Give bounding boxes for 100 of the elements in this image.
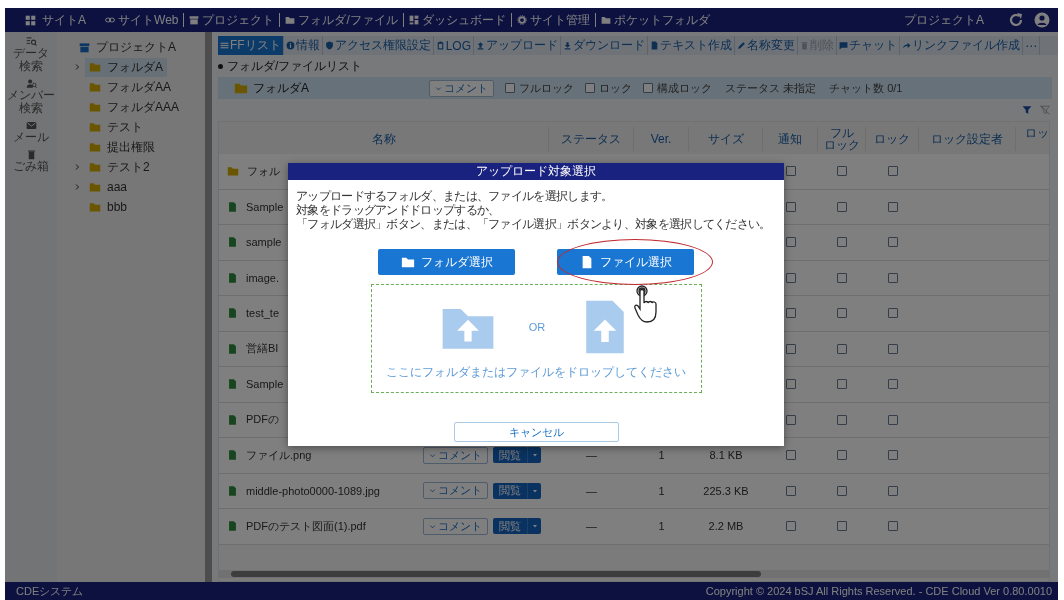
file-name[interactable]: Sample: [246, 200, 284, 213]
dropdown-button[interactable]: [527, 447, 541, 464]
checkbox[interactable]: [785, 237, 796, 248]
file-name[interactable]: sample: [246, 236, 282, 249]
checkbox[interactable]: [837, 521, 847, 532]
checkbox[interactable]: [887, 166, 898, 177]
checkbox[interactable]: [837, 308, 847, 319]
tree-item[interactable]: フォルダAA: [85, 77, 175, 97]
filter-icon[interactable]: [1022, 105, 1032, 115]
grid-icon[interactable]: [25, 14, 36, 26]
checkbox[interactable]: [837, 166, 847, 177]
column-header[interactable]: ステータス: [561, 133, 621, 145]
cancel-button[interactable]: キャンセル: [453, 422, 619, 442]
checkbox[interactable]: [887, 521, 898, 532]
tree-item[interactable]: フォルダAAA: [85, 97, 183, 117]
tree-item[interactable]: フォルダA: [85, 57, 167, 77]
checkbox[interactable]: [785, 308, 796, 319]
comment-button[interactable]: コメント: [423, 517, 488, 535]
horizontal-scrollbar[interactable]: [219, 570, 1049, 578]
rail-label[interactable]: 検索: [19, 60, 43, 73]
tree-item[interactable]: テスト: [85, 117, 147, 137]
comment-button[interactable]: コメント: [429, 79, 494, 97]
checkbox[interactable]: [785, 414, 796, 425]
dropdown-button[interactable]: [527, 482, 541, 499]
trash-icon[interactable]: [25, 149, 37, 160]
column-header[interactable]: Ver.: [650, 133, 672, 145]
nav-link[interactable]: ダッシュボード: [402, 13, 511, 27]
checkbox[interactable]: [837, 343, 847, 354]
drop-zone[interactable]: OR ここにフォルダまたはファイルをドロップしてください: [370, 284, 702, 393]
tree-item[interactable]: aaa: [85, 177, 132, 197]
checkbox[interactable]: [887, 450, 898, 461]
toolbar-tab[interactable]: アップロード: [474, 36, 561, 55]
nav-link[interactable]: サイト管理: [510, 13, 595, 27]
checkbox[interactable]: [837, 201, 847, 212]
toolbar-tab[interactable]: アクセス権限設定: [322, 36, 434, 55]
toolbar-tab[interactable]: FFリスト: [218, 36, 284, 55]
file-name[interactable]: Sample: [246, 378, 284, 391]
checkbox[interactable]: [887, 272, 898, 283]
file-name[interactable]: middle-photo0000-1089.jpg: [246, 484, 380, 497]
search-list-icon[interactable]: [25, 36, 37, 47]
nav-link[interactable]: フォルダ/ファイル: [279, 13, 403, 27]
checkbox[interactable]: [887, 201, 898, 212]
checkbox[interactable]: [505, 83, 515, 93]
checkbox[interactable]: [785, 485, 796, 496]
file-name[interactable]: image.: [246, 271, 280, 284]
file-name[interactable]: PDFの: [246, 412, 279, 428]
checkbox[interactable]: [887, 237, 898, 248]
file-name[interactable]: フォル: [247, 163, 280, 179]
tree-item[interactable]: bbb: [85, 197, 132, 217]
file-name[interactable]: ファイル.png: [246, 447, 312, 463]
refresh-icon[interactable]: [1008, 12, 1024, 28]
nav-link[interactable]: サイトWeb: [100, 13, 184, 27]
checkbox[interactable]: [837, 450, 847, 461]
column-header[interactable]: サイズ: [707, 133, 744, 145]
checkbox[interactable]: [837, 237, 847, 248]
user-avatar-icon[interactable]: [1034, 12, 1050, 28]
column-header[interactable]: 名称: [371, 133, 396, 145]
rail-label[interactable]: メンバー: [7, 89, 55, 102]
toolbar-tab[interactable]: 情報: [283, 36, 323, 55]
nav-link[interactable]: ポケットフォルダ: [594, 13, 715, 27]
checkbox[interactable]: [785, 521, 796, 532]
comment-button[interactable]: コメント: [423, 482, 488, 500]
comment-button[interactable]: コメント: [423, 446, 488, 464]
dropdown-button[interactable]: [527, 518, 541, 535]
chevron-right-icon[interactable]: [73, 63, 81, 71]
checkbox[interactable]: [585, 83, 595, 93]
more-button[interactable]: ⋯: [1023, 36, 1040, 55]
checkbox[interactable]: [785, 272, 796, 283]
file-name[interactable]: PDFのテスト図面(1).pdf: [246, 518, 366, 534]
rail-label[interactable]: データ: [13, 47, 49, 60]
toolbar-tab[interactable]: ダウンロード: [561, 36, 648, 55]
member-search-icon[interactable]: [25, 78, 37, 89]
checkbox[interactable]: [837, 414, 847, 425]
project-name[interactable]: プロジェクトA: [904, 11, 984, 29]
file-select-button[interactable]: ファイル選択: [557, 249, 694, 275]
toolbar-tab[interactable]: リンクファイル作成: [900, 36, 1023, 55]
checkbox[interactable]: [887, 343, 898, 354]
chevron-right-icon[interactable]: [73, 183, 81, 191]
tree-item[interactable]: テスト2: [85, 157, 154, 177]
checkbox[interactable]: [837, 485, 847, 496]
rail-label[interactable]: メール: [13, 131, 49, 144]
checkbox[interactable]: [785, 201, 796, 212]
column-header[interactable]: ロック設定者: [931, 133, 1003, 145]
checkbox[interactable]: [837, 272, 847, 283]
chevron-right-icon[interactable]: [73, 163, 81, 171]
file-name[interactable]: 営繕BI: [246, 341, 279, 357]
checkbox[interactable]: [785, 166, 796, 177]
folder-select-button[interactable]: フォルダ選択: [378, 249, 515, 275]
toolbar-tab[interactable]: テキスト作成: [648, 36, 735, 55]
view-button[interactable]: 閲覧: [493, 482, 527, 499]
checkbox[interactable]: [785, 379, 796, 390]
checkbox[interactable]: [785, 450, 796, 461]
checkbox[interactable]: [887, 308, 898, 319]
toolbar-tab[interactable]: チャット: [837, 36, 900, 55]
toolbar-tab[interactable]: 名称変更: [735, 36, 798, 55]
checkbox[interactable]: [887, 379, 898, 390]
toolbar-tab[interactable]: LOG: [433, 36, 474, 55]
rail-label[interactable]: 検索: [19, 102, 43, 115]
checkbox[interactable]: [887, 485, 898, 496]
site-name[interactable]: サイトA: [42, 11, 86, 29]
